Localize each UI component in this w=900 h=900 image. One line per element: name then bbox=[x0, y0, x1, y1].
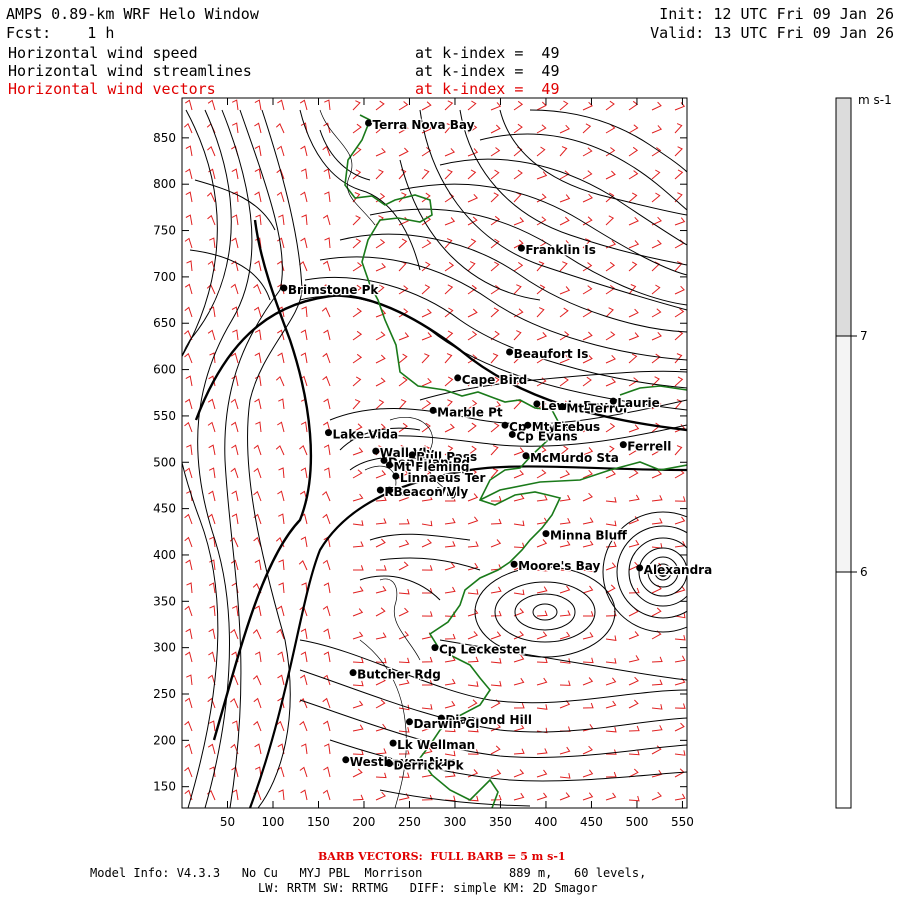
y-tick-label: 650 bbox=[153, 316, 176, 330]
station-dot bbox=[405, 718, 413, 726]
colorbar-segment-low bbox=[835, 571, 852, 809]
station-dot bbox=[501, 421, 509, 429]
y-tick-label: 700 bbox=[153, 270, 176, 284]
station-dot bbox=[349, 669, 357, 677]
x-tick-label: 500 bbox=[626, 815, 649, 829]
y-tick-label: 550 bbox=[153, 409, 176, 423]
station-label: Beacon Vly bbox=[393, 485, 468, 499]
station-dot bbox=[389, 739, 397, 747]
station-dot bbox=[619, 441, 627, 449]
x-tick-label: 400 bbox=[535, 815, 558, 829]
x-tick-label: 150 bbox=[307, 815, 330, 829]
station-label: Cp Evans bbox=[516, 429, 577, 443]
station-label: Marble Pt bbox=[437, 405, 503, 419]
y-tick-label: 200 bbox=[153, 733, 176, 747]
y-tick-label: 250 bbox=[153, 687, 176, 701]
station-dot bbox=[636, 564, 644, 572]
station-dot bbox=[524, 421, 532, 429]
y-tick-label: 750 bbox=[153, 224, 176, 238]
y-tick-label: 150 bbox=[153, 780, 176, 794]
station-dot bbox=[380, 456, 388, 464]
colorbar-label-6: 6 bbox=[860, 565, 868, 579]
y-tick-label: 300 bbox=[153, 641, 176, 655]
station-dot bbox=[324, 429, 332, 437]
station-dot bbox=[385, 760, 393, 768]
station-label: Brimstone Pk bbox=[288, 283, 379, 297]
colorbar-segment-high bbox=[835, 97, 852, 337]
station-dot bbox=[385, 461, 393, 469]
colorbar: 7 6 m s-1 bbox=[835, 93, 892, 809]
x-tick-label: 100 bbox=[262, 815, 285, 829]
station-dot bbox=[522, 452, 530, 460]
station-label: Cape Bird bbox=[462, 373, 528, 387]
station-label: Terra Nova Bay bbox=[373, 118, 475, 132]
station-label: Alexandra bbox=[644, 563, 713, 577]
x-tick-label: 50 bbox=[220, 815, 235, 829]
y-tick-label: 800 bbox=[153, 177, 176, 191]
station-label: Minna Bluff bbox=[550, 529, 627, 543]
x-tick-label: 350 bbox=[489, 815, 512, 829]
y-tick-label: 850 bbox=[153, 131, 176, 145]
x-tick-label: 200 bbox=[353, 815, 376, 829]
station-dot bbox=[385, 486, 393, 494]
station-dot bbox=[517, 244, 525, 252]
station-label: Ferrell bbox=[627, 440, 671, 454]
x-tick-label: 550 bbox=[671, 815, 694, 829]
model-info-physics: LW: RRTM SW: RRTMG DIFF: simple KM: 2D S… bbox=[258, 881, 598, 895]
station-dot bbox=[609, 397, 617, 405]
station-dot bbox=[506, 348, 514, 356]
model-info: Model Info: V4.3.3 No Cu MYJ PBL Morriso… bbox=[90, 866, 647, 880]
station-dot bbox=[392, 472, 400, 480]
station-label: Butcher Rdg bbox=[357, 668, 441, 682]
station-label: Beaufort Is bbox=[514, 347, 589, 361]
barb-legend: BARB VECTORS: FULL BARB = 5 m s-1 bbox=[318, 850, 566, 863]
y-tick-label: 600 bbox=[153, 363, 176, 377]
y-tick-label: 450 bbox=[153, 502, 176, 516]
wind-map: 50 100 150 200 250 300 350 400 450 500 550 150 200 2… bbox=[153, 93, 892, 829]
station-dot bbox=[510, 560, 518, 568]
station-label: Laurie bbox=[617, 396, 659, 410]
station-label: Cp Leckester bbox=[439, 643, 526, 657]
station-label: Darwin Gl bbox=[413, 717, 479, 731]
station-label: Lk Wellman bbox=[397, 738, 475, 752]
station-label: Derrick Pk bbox=[393, 759, 464, 773]
x-tick-label: 250 bbox=[398, 815, 421, 829]
station-dot bbox=[429, 406, 437, 414]
station-label: Moore's Bay bbox=[518, 559, 600, 573]
station-dot bbox=[508, 430, 516, 438]
station-label: McMurdo Sta bbox=[530, 451, 619, 465]
station-dot bbox=[280, 284, 288, 292]
x-tick-label: 300 bbox=[444, 815, 467, 829]
y-tick-label: 400 bbox=[153, 548, 176, 562]
colorbar-unit: m s-1 bbox=[858, 93, 892, 107]
station-label: Franklin Is bbox=[525, 243, 596, 257]
station-dot bbox=[342, 756, 350, 764]
y-tick-label: 500 bbox=[153, 455, 176, 469]
station-dot bbox=[365, 119, 373, 127]
station-dot bbox=[372, 447, 380, 455]
station-dot bbox=[376, 486, 384, 494]
colorbar-segment-mid bbox=[835, 335, 852, 573]
station-dot bbox=[454, 374, 462, 382]
station-dot bbox=[533, 400, 541, 408]
y-tick-label: 350 bbox=[153, 594, 176, 608]
colorbar-label-7: 7 bbox=[860, 329, 868, 343]
station-label: Linnaeus Ter bbox=[400, 471, 486, 485]
station-dot bbox=[431, 644, 439, 652]
station-label: Lake Vida bbox=[332, 428, 398, 442]
station-dot bbox=[542, 530, 550, 538]
station-dot bbox=[558, 403, 566, 411]
x-tick-label: 450 bbox=[580, 815, 603, 829]
